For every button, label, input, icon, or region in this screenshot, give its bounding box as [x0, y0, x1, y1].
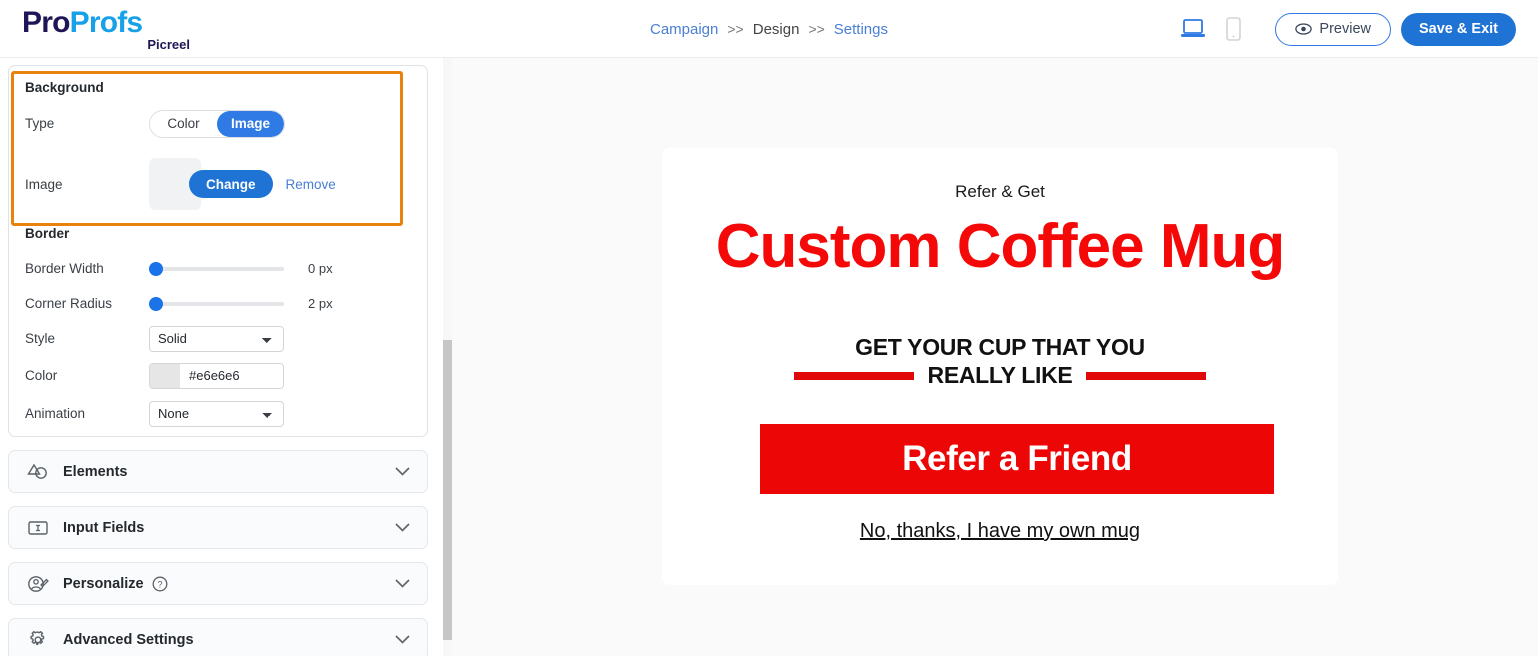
- border-style-select[interactable]: Solid: [149, 325, 284, 352]
- background-section-title: Background: [25, 80, 104, 95]
- preview-eyebrow-text: Refer & Get: [955, 182, 1045, 201]
- breadcrumb-separator-2: >>: [808, 21, 825, 37]
- chevron-down-icon[interactable]: [395, 635, 410, 644]
- corner-radius-value: 2 px: [308, 296, 333, 311]
- mobile-view-button[interactable]: [1213, 9, 1253, 49]
- logo-profs-text: Profs: [69, 6, 143, 39]
- section-elements[interactable]: Elements: [8, 450, 428, 493]
- border-color-field[interactable]: #e6e6e6: [149, 362, 284, 389]
- shapes-icon: [25, 463, 51, 481]
- background-border-panel: Background Type Color Image Image Change…: [8, 65, 428, 437]
- toggle-option-color[interactable]: Color: [150, 111, 217, 137]
- preview-headline: Custom Coffee Mug: [715, 212, 1286, 281]
- border-animation-row: Animation None: [9, 396, 427, 431]
- border-width-slider[interactable]: [149, 261, 284, 277]
- logo-product-name: Picreel: [147, 37, 190, 52]
- accent-bar-right: [1086, 371, 1207, 380]
- background-image-row: Image Change Remove: [9, 156, 427, 212]
- save-and-exit-button[interactable]: Save & Exit: [1401, 12, 1516, 46]
- preview-label: Preview: [1319, 21, 1371, 37]
- background-type-label: Type: [25, 116, 55, 131]
- logo-pro-text: Pro: [22, 6, 70, 39]
- background-image-label: Image: [25, 176, 63, 192]
- breadcrumb-design[interactable]: Design: [753, 21, 800, 38]
- toggle-option-image[interactable]: Image: [217, 110, 284, 137]
- logo-wordmark: ProProfs: [22, 8, 192, 38]
- preview-cta-button[interactable]: Refer a Friend: [760, 424, 1274, 494]
- breadcrumb-separator-1: >>: [727, 21, 744, 37]
- preview-decline-link[interactable]: No, thanks, I have my own mug: [662, 520, 1338, 543]
- header-actions: Preview Save & Exit: [1173, 0, 1516, 58]
- border-style-label: Style: [25, 331, 56, 346]
- border-animation-label: Animation: [25, 406, 86, 421]
- corner-radius-slider-track: [149, 301, 284, 306]
- settings-sidebar: Background Type Color Image Image Change…: [0, 58, 440, 656]
- corner-radius-slider-thumb[interactable]: [149, 296, 163, 311]
- border-width-slider-thumb[interactable]: [149, 261, 163, 276]
- text-input-icon: [25, 519, 51, 537]
- app-header: ProProfs Picreel Campaign >> Design >> S…: [0, 0, 1538, 58]
- gear-icon: [25, 629, 51, 651]
- border-width-slider-track: [149, 266, 284, 271]
- laptop-icon: [1181, 19, 1206, 37]
- chevron-down-icon[interactable]: [395, 523, 410, 532]
- eye-icon: [1295, 23, 1313, 35]
- breadcrumb-campaign[interactable]: Campaign: [650, 21, 718, 38]
- preview-subheadline-line2: REALLY LIKE: [927, 362, 1073, 388]
- chevron-down-icon[interactable]: [395, 579, 410, 588]
- mobile-phone-icon: [1226, 17, 1241, 41]
- border-color-row: Color #e6e6e6: [9, 358, 427, 393]
- background-type-row: Type Color Image: [9, 106, 427, 141]
- svg-text:?: ?: [157, 579, 162, 589]
- desktop-view-button[interactable]: [1173, 9, 1213, 49]
- preview-button[interactable]: Preview: [1275, 12, 1391, 46]
- section-advanced-settings-label: Advanced Settings: [63, 631, 194, 648]
- section-personalize[interactable]: Personalize ?: [8, 562, 428, 605]
- preview-subheadline-line2-row: REALLY LIKE: [662, 362, 1338, 389]
- corner-radius-slider[interactable]: [149, 296, 284, 312]
- person-edit-icon: [25, 574, 51, 594]
- corner-radius-row: Corner Radius 2 px: [9, 286, 427, 321]
- change-image-button[interactable]: Change: [189, 170, 273, 198]
- section-personalize-label: Personalize: [63, 575, 144, 592]
- border-width-value: 0 px: [308, 261, 333, 276]
- background-type-toggle[interactable]: Color Image: [149, 109, 285, 138]
- accent-bar-left: [793, 371, 914, 380]
- chevron-down-icon[interactable]: [395, 467, 410, 476]
- section-input-fields[interactable]: Input Fields: [8, 506, 428, 549]
- border-animation-select[interactable]: None: [149, 400, 284, 427]
- corner-radius-label: Corner Radius: [25, 296, 113, 311]
- breadcrumb-settings[interactable]: Settings: [834, 21, 888, 38]
- border-style-row: Style Solid: [9, 321, 427, 356]
- proprofs-picreel-logo: ProProfs Picreel: [22, 8, 192, 52]
- preview-subheadline-line1: GET YOUR CUP THAT YOU: [855, 334, 1145, 360]
- border-color-swatch[interactable]: [150, 363, 180, 388]
- border-width-row: Border Width 0 px: [9, 251, 427, 286]
- sidebar-scrollbar-thumb[interactable]: [443, 340, 452, 640]
- border-color-label: Color: [25, 368, 58, 383]
- design-canvas: Refer & Get Custom Coffee Mug GET YOUR C…: [452, 58, 1538, 656]
- section-elements-label: Elements: [63, 463, 128, 480]
- border-width-label: Border Width: [25, 261, 104, 276]
- help-icon[interactable]: ?: [152, 576, 168, 592]
- section-advanced-settings[interactable]: Advanced Settings: [8, 618, 428, 656]
- border-section-title: Border: [25, 226, 70, 241]
- border-color-value: #e6e6e6: [189, 368, 240, 383]
- popup-preview-card: Refer & Get Custom Coffee Mug GET YOUR C…: [662, 148, 1338, 585]
- remove-image-link[interactable]: Remove: [286, 177, 336, 192]
- section-input-fields-label: Input Fields: [63, 519, 145, 536]
